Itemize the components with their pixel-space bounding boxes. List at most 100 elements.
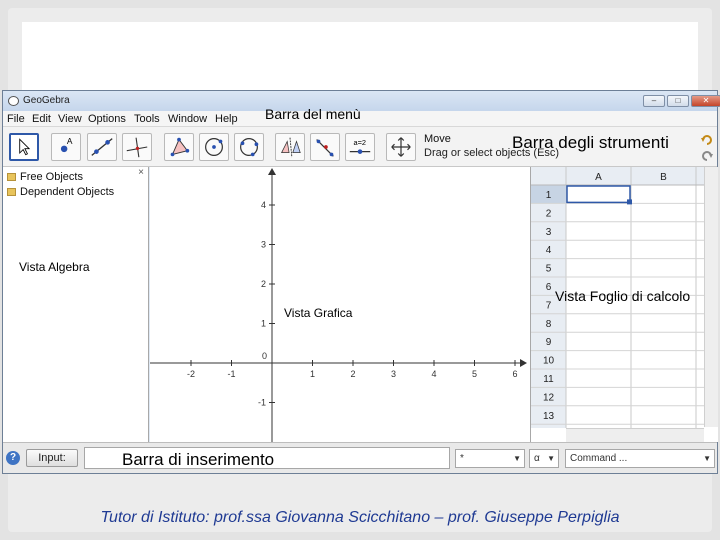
dependent-objects-label: Dependent Objects <box>20 186 115 198</box>
slider-icon-label: a=2 <box>354 138 367 147</box>
row-header: 5 <box>546 264 552 275</box>
dependent-objects-folder[interactable]: Dependent Objects <box>7 186 114 198</box>
x-tick-label: 5 <box>472 369 477 379</box>
menu-view[interactable]: View <box>58 113 82 125</box>
menu-edit[interactable]: Edit <box>32 113 51 125</box>
algebra-view: Free Objects Dependent Objects × <box>3 167 149 442</box>
row-header: 7 <box>546 300 552 311</box>
x-tick-label: -1 <box>227 369 235 379</box>
spreadsheet-horizontal-scrollbar[interactable] <box>566 428 704 442</box>
chevron-down-icon: ▼ <box>513 454 521 463</box>
y-tick-label: 2 <box>261 279 266 289</box>
symbol-dropdown[interactable]: * ▼ <box>455 449 525 468</box>
folder-icon <box>7 188 16 196</box>
y-axis-arrow <box>268 168 276 175</box>
active-tool-name: Move <box>424 133 451 145</box>
row-header: 2 <box>546 208 552 219</box>
annotation-algebra-view: Vista Algebra <box>19 260 90 274</box>
command-dropdown[interactable]: Command ... ▼ <box>565 449 715 468</box>
row-header: 8 <box>546 319 552 330</box>
x-tick-label: 6 <box>512 369 517 379</box>
angle-icon <box>316 139 334 157</box>
greek-dropdown-value: α <box>534 453 540 464</box>
x-tick-label: 1 <box>310 369 315 379</box>
menu-file[interactable]: File <box>7 113 25 125</box>
menu-window[interactable]: Window <box>168 113 207 125</box>
line-icon <box>91 138 113 156</box>
annotation-graphics-view: Vista Grafica <box>284 306 353 320</box>
free-objects-folder[interactable]: Free Objects <box>7 171 83 183</box>
coordinate-plane: -2 -1 1 2 3 4 5 6 -1 0 1 2 3 4 <box>150 168 527 442</box>
point-icon: A <box>60 136 73 153</box>
row-header: 10 <box>543 356 555 367</box>
circle-through-points-icon <box>240 138 259 157</box>
menu-help[interactable]: Help <box>215 113 238 125</box>
redo-icon[interactable] <box>700 149 714 163</box>
move-tool-button[interactable] <box>9 133 39 161</box>
row-header: 6 <box>546 282 552 293</box>
circle-icon <box>205 138 223 156</box>
x-tick-label: 2 <box>350 369 355 379</box>
active-cell-a1 <box>566 185 631 204</box>
row-header: 4 <box>546 245 552 256</box>
slide-title-area <box>22 22 698 90</box>
origin-label: 0 <box>262 351 267 361</box>
x-tick-label: -2 <box>187 369 195 379</box>
input-label-button[interactable]: Input: <box>26 449 78 467</box>
chevron-down-icon: ▼ <box>703 454 711 463</box>
row-header: 9 <box>546 337 552 348</box>
maximize-button[interactable]: □ <box>667 95 689 107</box>
line-tool-button[interactable] <box>87 133 117 161</box>
y-tick-label: 1 <box>261 319 266 329</box>
row-header: 11 <box>543 374 554 385</box>
row-header: 3 <box>546 227 552 238</box>
x-tick-label: 4 <box>431 369 436 379</box>
circle-tool-button[interactable] <box>199 133 229 161</box>
help-icon[interactable]: ? <box>6 451 20 465</box>
close-button[interactable]: ✕ <box>691 95 720 107</box>
menu-options[interactable]: Options <box>88 113 126 125</box>
perpendicular-tool-button[interactable] <box>122 133 152 161</box>
reflect-icon <box>281 137 301 158</box>
annotation-menu-bar: Barra del menù <box>265 106 361 122</box>
polygon-tool-button[interactable] <box>164 133 194 161</box>
undo-icon[interactable] <box>700 133 714 147</box>
polygon-icon <box>170 137 190 157</box>
circle-three-points-button[interactable] <box>234 133 264 161</box>
command-dropdown-value: Command ... <box>570 453 628 464</box>
y-tick-label: 3 <box>261 240 266 250</box>
point-tool-button[interactable]: A <box>51 133 81 161</box>
greek-dropdown[interactable]: α ▼ <box>529 449 559 468</box>
input-bar: ? Input: * ▼ α ▼ Command ... ▼ <box>3 442 717 473</box>
folder-icon <box>7 173 16 181</box>
slider-icon: a=2 <box>349 138 371 154</box>
row-header: 12 <box>543 392 555 403</box>
move-arrow-icon <box>19 138 31 156</box>
row-header: 13 <box>543 411 555 422</box>
menu-tools[interactable]: Tools <box>134 113 160 125</box>
fill-handle <box>627 199 632 205</box>
x-tick-label: 3 <box>391 369 396 379</box>
x-axis-arrow <box>520 359 527 367</box>
y-tick-label: 4 <box>261 200 266 210</box>
annotation-spreadsheet-view: Vista Foglio di calcolo <box>555 288 691 304</box>
chevron-down-icon: ▼ <box>547 454 555 463</box>
footer-tutors: Tutor di Istituto: prof.ssa Giovanna Sci… <box>100 509 620 526</box>
reflect-tool-button[interactable] <box>275 133 305 161</box>
minimize-button[interactable]: – <box>643 95 665 107</box>
move-graphics-tool-button[interactable] <box>386 133 416 161</box>
graphics-view[interactable]: -2 -1 1 2 3 4 5 6 -1 0 1 2 3 4 <box>150 167 530 442</box>
spreadsheet-vertical-scrollbar[interactable] <box>704 167 718 427</box>
move-graphics-icon <box>391 137 411 157</box>
perpendicular-line-icon <box>126 137 148 158</box>
slider-tool-button[interactable]: a=2 <box>345 133 375 161</box>
svg-text:A: A <box>67 136 73 146</box>
window-title: GeoGebra <box>23 95 70 106</box>
close-algebra-view-icon[interactable]: × <box>138 167 144 178</box>
row-header: 1 <box>546 190 552 201</box>
annotation-input-bar: Barra di inserimento <box>122 450 275 469</box>
annotation-tool-bar: Barra degli strumenti <box>512 133 669 152</box>
symbol-dropdown-value: * <box>460 453 464 464</box>
column-header: B <box>660 172 667 183</box>
angle-tool-button[interactable] <box>310 133 340 161</box>
